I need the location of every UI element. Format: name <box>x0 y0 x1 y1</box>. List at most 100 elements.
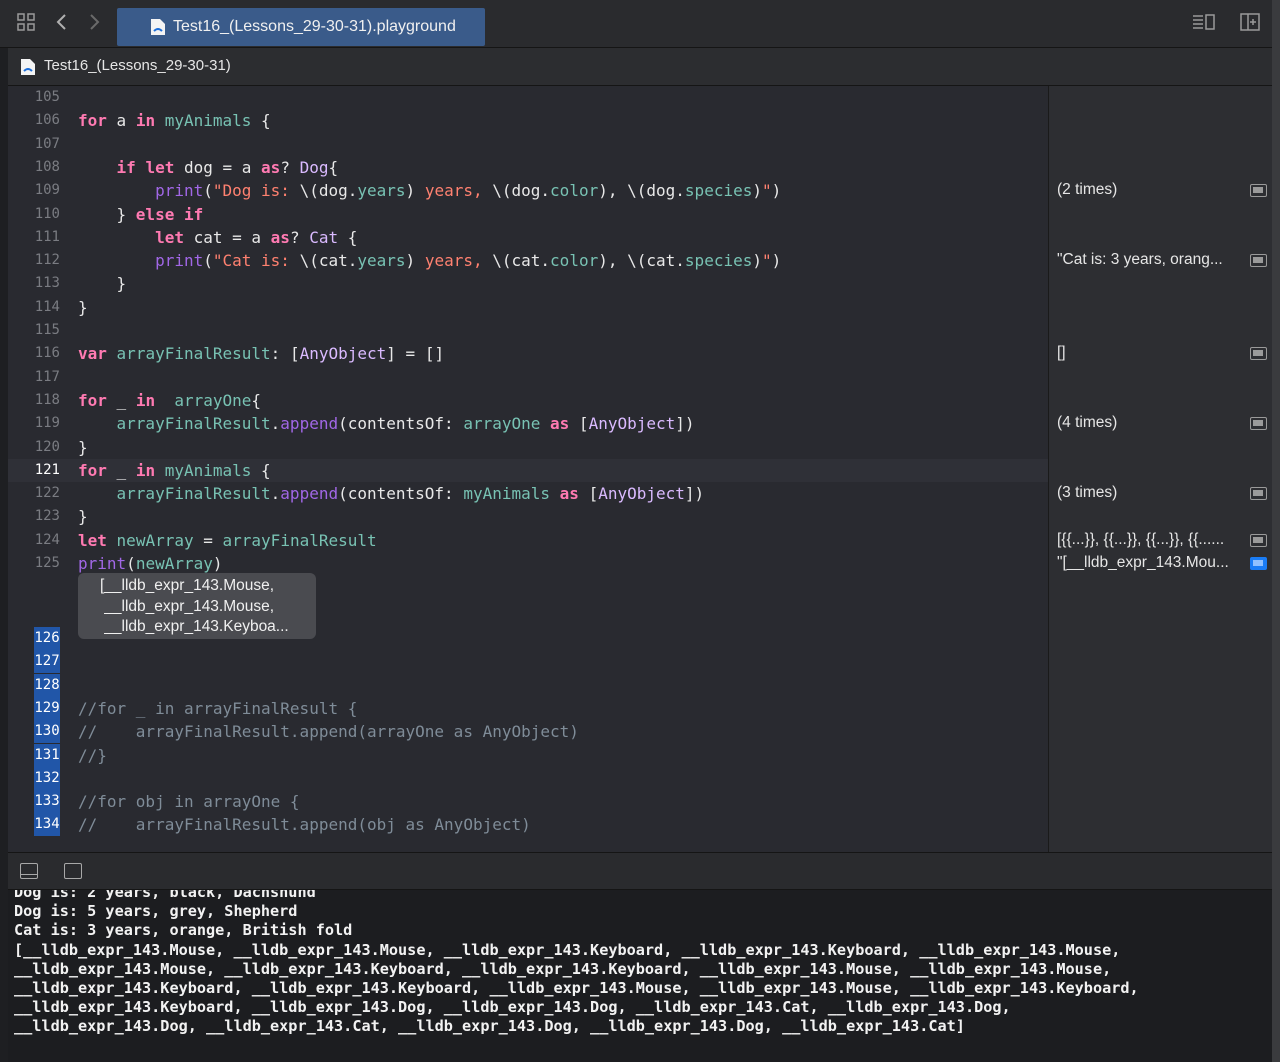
code-token: let <box>145 158 175 177</box>
code-line[interactable]: 125 print(newArray) <box>8 552 1048 575</box>
result-value[interactable]: [] <box>1057 344 1241 362</box>
code-token: _ <box>106 391 136 410</box>
line-number[interactable]: 105 <box>32 86 60 109</box>
code-token: " <box>762 251 772 270</box>
line-number[interactable]: 110 <box>32 203 60 226</box>
code-line[interactable]: 106 for a in myAnimals { <box>8 109 1048 132</box>
line-number[interactable]: 129 <box>34 697 60 720</box>
line-number[interactable]: 124 <box>32 529 60 552</box>
quick-look-toggle-icon[interactable] <box>1250 557 1267 570</box>
code-line[interactable]: 110 } else if <box>8 203 1048 226</box>
result-value[interactable]: [{{...}}, {{...}}, {{...}}, {{...... <box>1057 531 1241 549</box>
code-line[interactable]: 109 print("Dog is: \(dog.years) years, \… <box>8 179 1048 202</box>
code-line[interactable]: 114} <box>8 296 1048 319</box>
line-number[interactable]: 115 <box>32 319 60 342</box>
split-icon[interactable] <box>64 863 82 879</box>
line-number[interactable]: 133 <box>34 790 60 813</box>
quick-look-toggle-icon[interactable] <box>1250 254 1267 267</box>
line-number[interactable]: 122 <box>32 482 60 505</box>
code-line[interactable]: 127 <box>8 650 1048 673</box>
code-line[interactable]: 124 let newArray = arrayFinalResult <box>8 529 1048 552</box>
line-number[interactable]: 134 <box>34 813 60 836</box>
code-line[interactable]: 119 arrayFinalResult.append(contentsOf: … <box>8 412 1048 435</box>
console-output[interactable]: Dog is: 2 years, black, Dachshund Dog is:… <box>8 890 1272 1062</box>
code-line[interactable]: 121 for _ in myAnimals { <box>8 459 1048 482</box>
line-number[interactable]: 120 <box>32 436 60 459</box>
code-line[interactable]: 123} <box>8 505 1048 528</box>
code-line[interactable]: 113 } <box>8 272 1048 295</box>
code-token: _ <box>106 461 136 480</box>
code-editor[interactable]: 105 106 for a in myAnimals {107 108 if let … <box>8 86 1048 852</box>
code-line[interactable]: 105 <box>8 86 1048 109</box>
code-line[interactable]: 130 // arrayFinalResult.append(arrayOne a… <box>8 720 1048 743</box>
line-number[interactable]: 121 <box>32 459 60 482</box>
code-line[interactable]: 115 <box>8 319 1048 342</box>
code-line[interactable]: 120} <box>8 436 1048 459</box>
code-line[interactable]: 108 if let dog = a as? Dog{ <box>8 156 1048 179</box>
line-number[interactable]: 117 <box>32 366 60 389</box>
quick-look-toggle-icon[interactable] <box>1250 184 1267 197</box>
result-value[interactable]: (3 times) <box>1057 484 1241 502</box>
tab-playground[interactable]: Test16_(Lessons_29-30-31).playground <box>117 8 485 46</box>
code-line[interactable]: 117 <box>8 366 1048 389</box>
line-number[interactable]: 106 <box>32 109 60 132</box>
result-value[interactable]: (2 times) <box>1057 181 1241 199</box>
line-number[interactable]: 127 <box>34 650 60 673</box>
code-line[interactable]: 128 <box>8 674 1048 697</box>
hide-debug-icon[interactable] <box>20 863 38 879</box>
code-text: } <box>78 436 88 459</box>
line-number[interactable]: 125 <box>32 552 60 575</box>
line-number[interactable]: 131 <box>34 744 60 767</box>
result-value[interactable]: "[__lldb_expr_143.Mou... <box>1057 554 1241 572</box>
quick-look-toggle-icon[interactable] <box>1250 534 1267 547</box>
editor-options-icon[interactable] <box>1190 12 1218 36</box>
code-line[interactable]: 129 //for _ in arrayFinalResult { <box>8 697 1048 720</box>
tab-bar: Test16_(Lessons_29-30-31).playground <box>0 0 1272 48</box>
code-token: ) <box>771 251 782 270</box>
code-token: AnyObject <box>299 344 387 363</box>
line-number[interactable]: 112 <box>32 249 60 272</box>
code-line[interactable]: 107 <box>8 133 1048 156</box>
code-token: } <box>78 205 136 224</box>
line-number[interactable]: 111 <box>32 226 60 249</box>
code-line[interactable]: 112 print("Cat is: \(cat.years) years, \… <box>8 249 1048 272</box>
line-number[interactable]: 119 <box>32 412 60 435</box>
code-token: as <box>550 414 570 433</box>
code-line[interactable]: 116 var arrayFinalResult: [AnyObject] = [… <box>8 342 1048 365</box>
line-number[interactable]: 123 <box>32 505 60 528</box>
chevron-right-icon[interactable] <box>82 12 106 36</box>
code-line[interactable]: 131 //} <box>8 744 1048 767</box>
line-number[interactable]: 116 <box>32 342 60 365</box>
breadcrumb[interactable]: Test16_(Lessons_29-30-31) <box>8 48 1272 86</box>
line-number[interactable]: 128 <box>34 674 60 697</box>
result-value[interactable]: "Cat is: 3 years, orang... <box>1057 251 1241 269</box>
code-line[interactable]: 132 <box>8 767 1048 790</box>
code-token: print <box>155 251 204 270</box>
code-line[interactable]: 134 // arrayFinalResult.append(obj as Any… <box>8 813 1048 836</box>
code-token: years, <box>424 251 493 270</box>
line-number[interactable]: 114 <box>32 296 60 319</box>
line-number[interactable]: 113 <box>32 272 60 295</box>
line-number[interactable]: 107 <box>32 133 60 156</box>
code-line[interactable]: 122 arrayFinalResult.append(contentsOf: … <box>8 482 1048 505</box>
code-token: { <box>251 391 262 410</box>
quick-look-toggle-icon[interactable] <box>1250 487 1267 500</box>
code-line[interactable]: 111 let cat = a as? Cat { <box>8 226 1048 249</box>
line-number[interactable]: 109 <box>32 179 60 202</box>
code-line[interactable]: 133 //for obj in arrayOne { <box>8 790 1048 813</box>
quick-look-toggle-icon[interactable] <box>1250 347 1267 360</box>
line-number[interactable]: 126 <box>34 627 60 650</box>
add-editor-icon[interactable] <box>1238 12 1262 36</box>
line-number[interactable]: 132 <box>34 767 60 790</box>
code-token: AnyObject <box>598 484 685 503</box>
quick-look-toggle-icon[interactable] <box>1250 417 1267 430</box>
line-number[interactable]: 130 <box>34 720 60 743</box>
code-line[interactable]: 118 for _ in arrayOne{ <box>8 389 1048 412</box>
grid-icon[interactable] <box>14 12 38 36</box>
chevron-left-icon[interactable] <box>50 12 74 36</box>
line-number[interactable]: 118 <box>32 389 60 412</box>
line-number[interactable]: 108 <box>32 156 60 179</box>
code-token: append <box>280 484 339 503</box>
result-value[interactable]: (4 times) <box>1057 414 1241 432</box>
